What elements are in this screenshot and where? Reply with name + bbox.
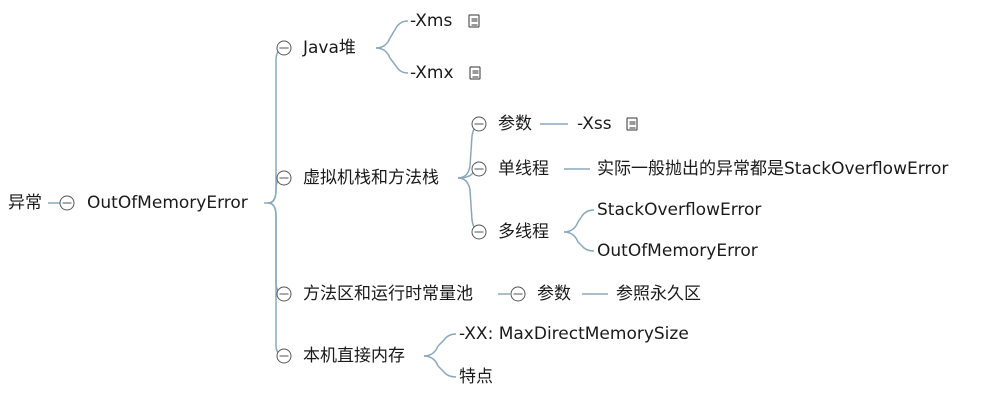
collapse-toggle-icon[interactable] bbox=[276, 40, 292, 56]
root-node: 异常 bbox=[8, 193, 42, 213]
multi-thread-node: 多线程 bbox=[498, 222, 549, 242]
features-node: 特点 bbox=[459, 367, 493, 387]
xss-node: -Xss bbox=[577, 114, 612, 134]
collapse-toggle-icon[interactable] bbox=[471, 116, 487, 132]
multi-thread-so-node: StackOverflowError bbox=[597, 200, 762, 220]
single-thread-node: 单线程 bbox=[498, 159, 549, 179]
xmx-node: -Xmx bbox=[410, 63, 454, 83]
mind-map: 异常 OutOfMemoryError Java堆 -Xms -Xmx 虚拟机栈… bbox=[0, 0, 1008, 402]
direct-memory-node: 本机直接内存 bbox=[303, 346, 405, 366]
xms-node: -Xms bbox=[410, 11, 453, 31]
max-direct-memory-node: -XX: MaxDirectMemorySize bbox=[459, 324, 689, 344]
note-icon[interactable] bbox=[468, 14, 480, 28]
multi-thread-oom-node: OutOfMemoryError bbox=[597, 241, 758, 261]
note-icon[interactable] bbox=[626, 117, 638, 131]
heap-node: Java堆 bbox=[303, 38, 356, 58]
method-area-node: 方法区和运行时常量池 bbox=[303, 284, 473, 304]
collapse-toggle-icon[interactable] bbox=[276, 286, 292, 302]
method-area-params-node: 参数 bbox=[537, 284, 571, 304]
single-thread-detail-node: 实际一般抛出的异常都是StackOverflowError bbox=[597, 159, 949, 179]
stack-params-node: 参数 bbox=[498, 114, 532, 134]
note-icon[interactable] bbox=[469, 66, 481, 80]
collapse-toggle-icon[interactable] bbox=[59, 195, 75, 211]
oom-node: OutOfMemoryError bbox=[87, 193, 248, 213]
collapse-toggle-icon[interactable] bbox=[471, 161, 487, 177]
collapse-toggle-icon[interactable] bbox=[276, 170, 292, 186]
collapse-toggle-icon[interactable] bbox=[471, 224, 487, 240]
stack-node: 虚拟机栈和方法栈 bbox=[303, 168, 439, 188]
collapse-toggle-icon[interactable] bbox=[276, 348, 292, 364]
collapse-toggle-icon[interactable] bbox=[510, 286, 526, 302]
perm-node: 参照永久区 bbox=[616, 284, 701, 304]
